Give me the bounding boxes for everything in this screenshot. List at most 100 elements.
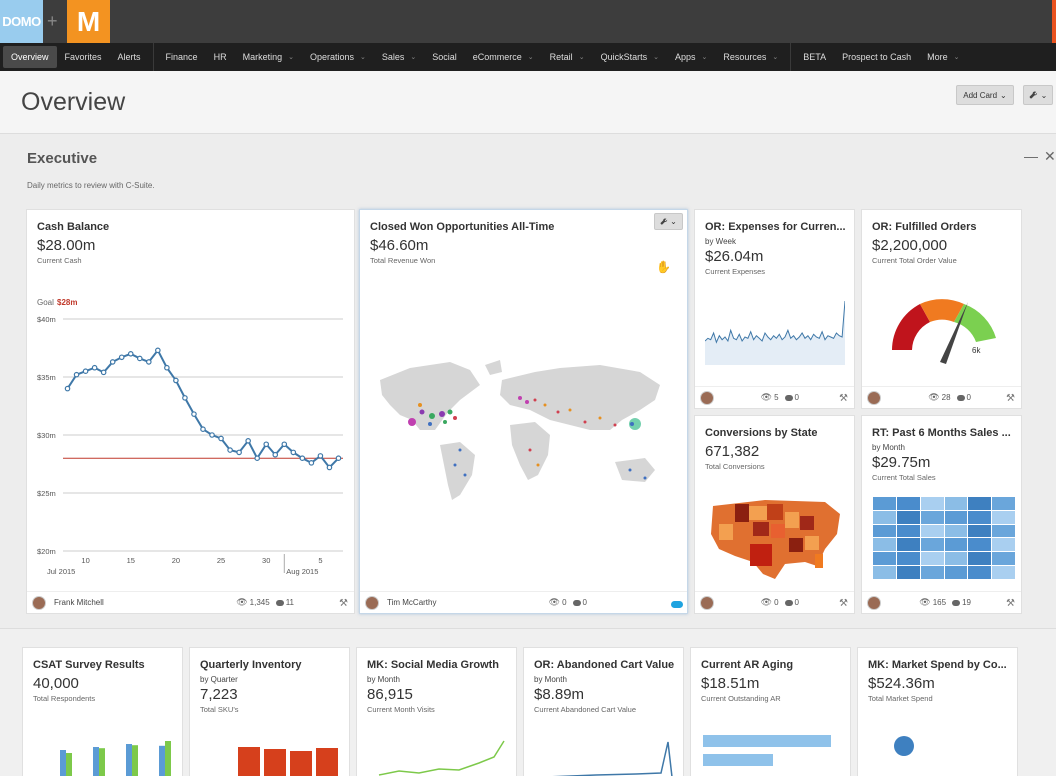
cash-data-point[interactable]	[136, 355, 143, 362]
comments-stat[interactable]: 11	[275, 598, 294, 607]
cash-data-point[interactable]	[317, 453, 324, 459]
heatmap-cell[interactable]	[896, 538, 920, 552]
heatmap-cell[interactable]	[968, 510, 992, 524]
partner-logo[interactable]: M	[67, 0, 110, 43]
csat-bar[interactable]	[159, 745, 165, 776]
cash-data-point[interactable]	[109, 359, 116, 365]
tools-icon[interactable]: ⚒	[1006, 598, 1015, 609]
heatmap-cell[interactable]	[992, 510, 1015, 524]
csat-bar[interactable]	[99, 748, 105, 776]
nav-item-ecommerce[interactable]: eCommerce ⌄	[465, 46, 542, 68]
csat-bar[interactable]	[165, 741, 171, 776]
cash-data-point[interactable]	[245, 438, 251, 444]
cash-data-point[interactable]	[290, 449, 297, 456]
domo-logo[interactable]: DOMO	[0, 0, 43, 43]
heatmap-cell[interactable]	[968, 552, 992, 566]
heatmap-cell[interactable]	[873, 497, 896, 510]
card-fulfilled-orders[interactable]: OR: Fulfilled Orders $2,200,000 Current …	[861, 209, 1022, 409]
comments-stat[interactable]: 19	[952, 598, 971, 607]
nav-item-retail[interactable]: Retail ⌄	[542, 46, 593, 68]
tools-icon[interactable]: ⚒	[839, 598, 848, 609]
views-stat[interactable]: 👁 0	[761, 597, 779, 608]
csat-bar[interactable]	[93, 747, 99, 776]
avatar[interactable]	[867, 595, 881, 610]
heatmap-cell[interactable]	[896, 497, 920, 510]
tools-icon[interactable]: ⚒	[1006, 393, 1015, 404]
card-current-ar-aging[interactable]: Current AR Aging $18.51m Current Outstandi…	[690, 647, 851, 776]
nav-item-prospect-to-cash[interactable]: Prospect to Cash	[834, 46, 919, 68]
card-expenses[interactable]: OR: Expenses for Curren... by Week $26.0…	[694, 209, 855, 409]
heatmap-cell[interactable]	[968, 566, 992, 579]
cash-data-point[interactable]	[281, 441, 288, 448]
cash-data-point[interactable]	[326, 464, 333, 471]
page-tools-button[interactable]: ⌄	[1023, 85, 1053, 105]
social-growth-line[interactable]	[369, 737, 509, 776]
minimize-icon[interactable]: —	[1024, 148, 1038, 164]
card-csat-survey-results[interactable]: CSAT Survey Results 40,000 Total Responden…	[22, 647, 183, 776]
heatmap-cell[interactable]	[920, 566, 944, 579]
inventory-bar[interactable]	[290, 751, 312, 776]
nav-item-social[interactable]: Social	[424, 46, 465, 68]
heatmap-cell[interactable]	[920, 497, 944, 510]
comments-stat[interactable]: 0	[956, 393, 971, 402]
views-stat[interactable]: 👁 28	[928, 392, 950, 403]
inventory-bar[interactable]	[264, 749, 286, 776]
card-menu-button[interactable]: ⌄	[654, 213, 683, 230]
add-card-button[interactable]: Add Card ⌄	[956, 85, 1014, 105]
heatmap-cell[interactable]	[873, 524, 896, 538]
heatmap-cell[interactable]	[873, 552, 896, 566]
cash-data-point[interactable]	[164, 364, 170, 371]
close-icon[interactable]: ✕	[1044, 148, 1056, 165]
ar-aging-bar[interactable]	[703, 735, 831, 747]
views-stat[interactable]: 👁 1,345	[236, 597, 269, 608]
card-mk-social-media-growth[interactable]: MK: Social Media Growth by Month 86,915 Cur…	[356, 647, 517, 776]
heatmap-cell[interactable]	[968, 524, 992, 538]
nav-item-operations[interactable]: Operations ⌄	[302, 46, 374, 68]
cash-data-point[interactable]	[263, 441, 270, 448]
heatmap-cell[interactable]	[992, 524, 1015, 538]
expenses-chart[interactable]	[705, 295, 845, 370]
nav-item-hr[interactable]: HR	[206, 46, 235, 68]
cash-data-point[interactable]	[82, 368, 89, 375]
cash-data-point[interactable]	[146, 359, 152, 365]
heatmap-cell[interactable]	[992, 538, 1015, 552]
nav-item-alerts[interactable]: Alerts	[110, 46, 149, 68]
heatmap-cell[interactable]	[968, 497, 992, 510]
avatar[interactable]	[700, 595, 714, 610]
heatmap-cell[interactable]	[896, 566, 920, 579]
nav-item-resources[interactable]: Resources ⌄	[715, 46, 786, 68]
comments-stat[interactable]: 0	[784, 598, 799, 607]
inventory-bar-chart[interactable]	[202, 737, 342, 776]
avatar[interactable]	[32, 595, 46, 610]
owner-name[interactable]: Frank Mitchell	[54, 598, 104, 607]
inventory-bar[interactable]	[238, 747, 260, 776]
card-cash-balance[interactable]: Cash Balance $28.00m Current Cash Goal $2…	[26, 209, 355, 614]
views-stat[interactable]: 👁 165	[919, 597, 946, 608]
sales-heatmap[interactable]	[873, 497, 1015, 579]
comments-stat[interactable]: 0	[572, 598, 587, 607]
heatmap-cell[interactable]	[992, 552, 1015, 566]
inventory-bar[interactable]	[316, 748, 338, 776]
nav-item-beta[interactable]: BETA	[795, 46, 834, 68]
heatmap-cell[interactable]	[873, 510, 896, 524]
views-stat[interactable]: 👁 0	[549, 597, 567, 608]
csat-bar[interactable]	[132, 745, 138, 776]
cash-data-point[interactable]	[64, 385, 71, 392]
cash-data-point[interactable]	[236, 449, 242, 456]
heatmap-cell[interactable]	[920, 538, 944, 552]
tools-icon[interactable]: ⚒	[339, 598, 348, 609]
heatmap-cell[interactable]	[944, 552, 968, 566]
cash-balance-chart[interactable]: Goal $28m$40m $35m $30m $25m $20m 10 15 20 25 30 5 J…	[27, 293, 356, 583]
gauge-chart[interactable]	[872, 290, 1012, 380]
avatar[interactable]	[365, 595, 379, 610]
cash-data-point[interactable]	[227, 447, 233, 453]
views-stat[interactable]: 👁 5	[761, 392, 779, 403]
card-conversions[interactable]: Conversions by State 671,382 Total Conve…	[694, 415, 855, 614]
heatmap-cell[interactable]	[873, 566, 896, 579]
heatmap-cell[interactable]	[873, 538, 896, 552]
avatar[interactable]	[700, 390, 714, 405]
cash-data-point[interactable]	[209, 432, 215, 438]
nav-item-apps[interactable]: Apps ⌄	[667, 46, 715, 68]
heatmap-cell[interactable]	[920, 510, 944, 524]
avatar[interactable]	[867, 390, 881, 405]
